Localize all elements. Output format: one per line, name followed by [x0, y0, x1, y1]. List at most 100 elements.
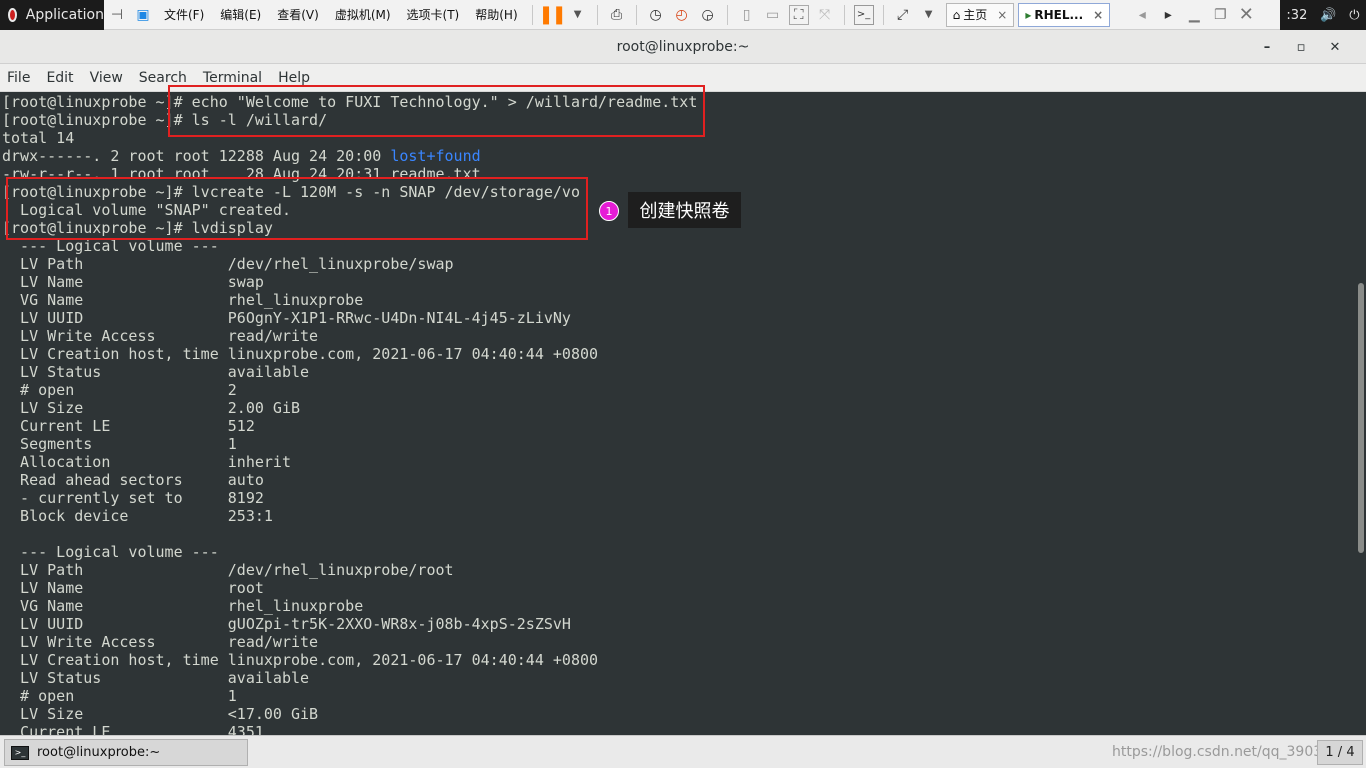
- vmware-logo-icon: ▣: [136, 6, 150, 23]
- home-icon: ⌂: [952, 7, 961, 22]
- terminal-scrollbar[interactable]: [1356, 93, 1366, 735]
- terminal-line: # open 2: [2, 381, 237, 399]
- workspace-pager[interactable]: 1 / 4: [1317, 740, 1363, 765]
- terminal-line: Segments 1: [2, 435, 237, 453]
- terminal-line: LV Creation host, time linuxprobe.com, 2…: [2, 345, 599, 363]
- terminal-icon: >_: [11, 745, 29, 760]
- taskbar-item-terminal[interactable]: >_ root@linuxprobe:~: [4, 739, 248, 766]
- clock[interactable]: :32: [1286, 8, 1307, 23]
- menu-tabs[interactable]: 选项卡(T): [399, 6, 468, 23]
- window-title: root@linuxprobe:~: [616, 38, 750, 55]
- terminal-line: VG Name rhel_linuxprobe: [2, 597, 364, 615]
- watermark: https://blog.csdn.net/qq_3903...: [1112, 744, 1336, 760]
- menu-item-file[interactable]: File: [7, 70, 30, 86]
- stretch-icon[interactable]: ⤢: [893, 5, 913, 25]
- menu-file[interactable]: 文件(F): [156, 6, 212, 23]
- highlight-box-lvcreate: [6, 177, 588, 240]
- power-icon[interactable]: ⏻: [1349, 8, 1359, 23]
- chevron-right-icon[interactable]: ▸: [1158, 5, 1178, 25]
- annotation-badge: 1: [599, 201, 619, 221]
- directory-name: lost+found: [390, 147, 481, 165]
- menu-item-terminal[interactable]: Terminal: [203, 70, 262, 86]
- terminal-line: LV Creation host, time linuxprobe.com, 2…: [2, 651, 599, 669]
- chevron-down-icon[interactable]: ▼: [919, 5, 939, 25]
- bottom-taskbar: >_ root@linuxprobe:~ https://blog.csdn.n…: [0, 735, 1366, 768]
- terminal-line: --- Logical volume ---: [2, 543, 219, 561]
- terminal-line: Read ahead sectors auto: [2, 471, 264, 489]
- terminal-line: LV Size 2.00 GiB: [2, 399, 301, 417]
- chevron-down-icon[interactable]: ▼: [568, 5, 588, 25]
- window-maximize-button[interactable]: ▫: [1284, 40, 1318, 55]
- menu-item-help[interactable]: Help: [278, 70, 310, 86]
- chevron-left-icon[interactable]: ◂: [1132, 5, 1152, 25]
- sidebar-icon[interactable]: ▯: [737, 5, 757, 25]
- snapshot-manager-icon[interactable]: ◶: [698, 5, 718, 25]
- taskbar-item-label: root@linuxprobe:~: [37, 745, 161, 760]
- vm-icon: ▸: [1025, 7, 1032, 22]
- terminal-line: LV Path /dev/rhel_linuxprobe/swap: [2, 255, 454, 273]
- close-icon[interactable]: ×: [997, 8, 1007, 22]
- tab-rhel-label: RHEL...: [1034, 7, 1084, 22]
- system-tray: :32 🔊 ⏻: [1280, 0, 1366, 30]
- terminal-line: LV Write Access read/write: [2, 633, 319, 651]
- menu-vm[interactable]: 虚拟机(M): [327, 6, 399, 23]
- scrollbar-thumb[interactable]: [1358, 283, 1364, 553]
- top-panel: Application ⊣ ▣ 文件(F) 编辑(E) 查看(V) 虚拟机(M)…: [0, 0, 1366, 30]
- thumbnail-icon[interactable]: ▭: [763, 5, 783, 25]
- terminal-line: VG Name rhel_linuxprobe: [2, 291, 364, 309]
- tab-home-label: 主页: [963, 8, 988, 22]
- close-icon[interactable]: ✕: [1236, 4, 1256, 25]
- terminal-line: Block device 253:1: [2, 507, 273, 525]
- revert-snapshot-icon[interactable]: ◴: [672, 5, 692, 25]
- pin-icon[interactable]: ⊣: [107, 5, 127, 25]
- terminal-line: LV Write Access read/write: [2, 327, 319, 345]
- terminal-line: Current LE 512: [2, 417, 255, 435]
- menu-view[interactable]: 查看(V): [269, 6, 327, 23]
- annotation-callout: 创建快照卷: [628, 192, 741, 228]
- unity-icon[interactable]: ⤧: [815, 5, 835, 25]
- toolbar-divider: [882, 4, 884, 25]
- menu-edit[interactable]: 编辑(E): [212, 6, 269, 23]
- terminal-line: LV Name root: [2, 579, 264, 597]
- toolbar-divider: [596, 4, 598, 25]
- terminal-line: LV Size <17.00 GiB: [2, 705, 319, 723]
- redhat-logo-icon: [8, 8, 17, 22]
- terminal-line: LV Status available: [2, 363, 310, 381]
- menu-item-view[interactable]: View: [90, 70, 123, 86]
- window-minimize-button[interactable]: –: [1250, 40, 1284, 55]
- menu-help[interactable]: 帮助(H): [467, 6, 525, 23]
- terminal-line: LV UUID P6OgnY-X1P1-RRwc-U4Dn-NI4L-4j45-…: [2, 309, 571, 327]
- terminal-line: LV UUID gUOZpi-tr5K-2XXO-WR8x-j08b-4xpS-…: [2, 615, 571, 633]
- terminal-line: Current LE 4351: [2, 723, 264, 735]
- menu-item-search[interactable]: Search: [139, 70, 187, 86]
- terminal-line: Allocation inherit: [2, 453, 291, 471]
- toolbar-divider: [726, 4, 728, 25]
- terminal-line: - currently set to 8192: [2, 489, 264, 507]
- menu-item-edit[interactable]: Edit: [46, 70, 73, 86]
- send-keys-icon[interactable]: ⎙: [607, 5, 627, 25]
- terminal-line: drwx------. 2 root root 12288 Aug 24 20:…: [2, 147, 481, 165]
- pause-icon[interactable]: ❚❚: [539, 4, 567, 25]
- snapshot-icon[interactable]: ◷: [646, 5, 666, 25]
- tab-home[interactable]: ⌂ 主页 ×: [945, 2, 1015, 27]
- maximize-icon[interactable]: ❐: [1210, 5, 1230, 25]
- applications-menu[interactable]: Application: [0, 0, 104, 30]
- volume-icon[interactable]: 🔊: [1320, 8, 1336, 23]
- minimize-icon[interactable]: ▁: [1184, 5, 1204, 25]
- close-icon[interactable]: ×: [1093, 8, 1103, 22]
- console-icon[interactable]: >_: [853, 4, 874, 25]
- terminal-line: # open 1: [2, 687, 237, 705]
- window-controls: – ▫ ✕: [1250, 30, 1352, 64]
- window-close-button[interactable]: ✕: [1318, 40, 1352, 55]
- applications-menu-label: Application: [25, 7, 104, 23]
- terminal-line: LV Path /dev/rhel_linuxprobe/root: [2, 561, 454, 579]
- fullscreen-icon[interactable]: ⛶: [788, 4, 809, 25]
- toolbar-divider: [531, 4, 533, 25]
- terminal-line: LV Name swap: [2, 273, 264, 291]
- toolbar-divider: [635, 4, 637, 25]
- window-titlebar[interactable]: root@linuxprobe:~ – ▫ ✕: [0, 30, 1366, 64]
- tab-rhel[interactable]: ▸ RHEL... ×: [1018, 2, 1111, 27]
- highlight-box-echo-ls: [168, 85, 705, 137]
- vmware-toolbar: ⊣ ▣ 文件(F) 编辑(E) 查看(V) 虚拟机(M) 选项卡(T) 帮助(H…: [104, 0, 1280, 30]
